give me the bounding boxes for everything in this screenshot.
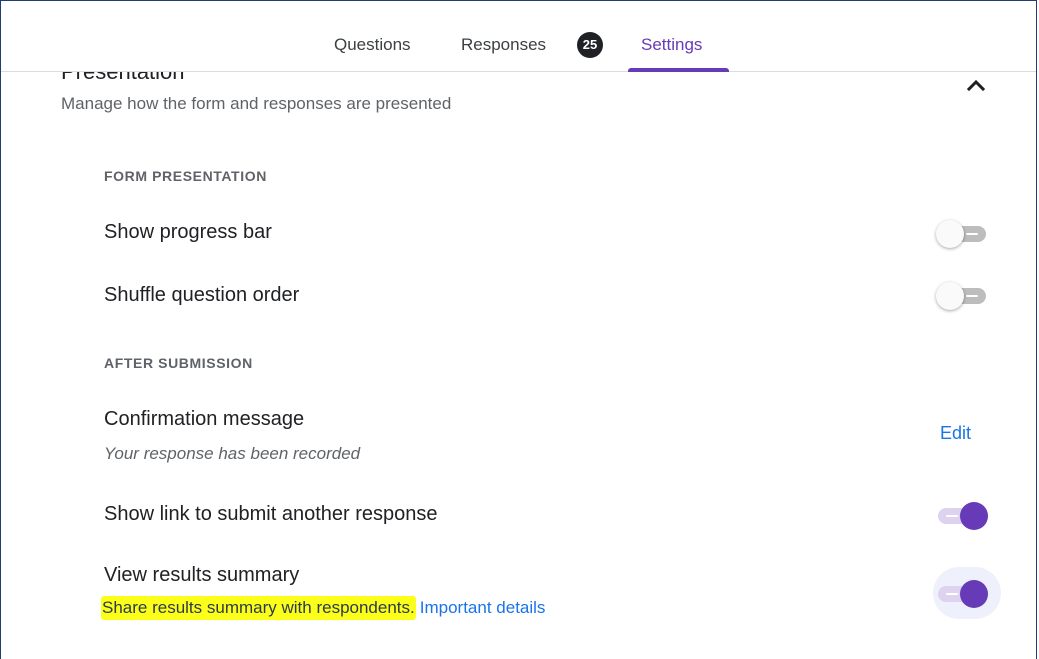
- confirmation-message-label: Confirmation message: [104, 408, 305, 430]
- active-tab-indicator: [628, 68, 729, 72]
- section-subtitle: Manage how the form and responses are pr…: [61, 94, 452, 113]
- chevron-up-icon: [966, 79, 986, 92]
- tab-bar: Questions Responses 25 Settings: [1, 1, 1036, 72]
- show-link-another-response-label: Show link to submit another response: [104, 503, 438, 525]
- after-submission-heading: AFTER SUBMISSION: [104, 355, 253, 371]
- tab-settings[interactable]: Settings: [641, 35, 702, 55]
- collapse-section-button[interactable]: [962, 71, 990, 99]
- toggle-knob: [960, 502, 988, 530]
- view-results-summary-toggle[interactable]: [936, 575, 988, 611]
- settings-page: Presentation Manage how the form and res…: [0, 0, 1037, 659]
- show-link-another-response-toggle[interactable]: [936, 497, 988, 533]
- highlighted-description: Share results summary with respondents.: [101, 596, 416, 620]
- toggle-knob: [960, 580, 988, 608]
- edit-confirmation-button[interactable]: Edit: [940, 423, 971, 444]
- toggle-knob: [936, 282, 964, 310]
- confirmation-message-value: Your response has been recorded: [104, 444, 361, 463]
- show-progress-bar-toggle[interactable]: [936, 215, 986, 251]
- responses-count-badge: 25: [577, 32, 603, 58]
- shuffle-question-order-label: Shuffle question order: [104, 284, 300, 306]
- view-results-summary-description: Share results summary with respondents. I…: [101, 596, 546, 620]
- tab-responses[interactable]: Responses: [461, 35, 546, 55]
- toggle-knob: [936, 220, 964, 248]
- tab-questions[interactable]: Questions: [334, 35, 411, 55]
- form-presentation-heading: FORM PRESENTATION: [104, 168, 267, 184]
- shuffle-question-order-toggle[interactable]: [936, 277, 986, 313]
- show-progress-bar-label: Show progress bar: [104, 221, 272, 243]
- view-results-summary-label: View results summary: [104, 564, 300, 586]
- important-details-link[interactable]: Important details: [420, 598, 546, 617]
